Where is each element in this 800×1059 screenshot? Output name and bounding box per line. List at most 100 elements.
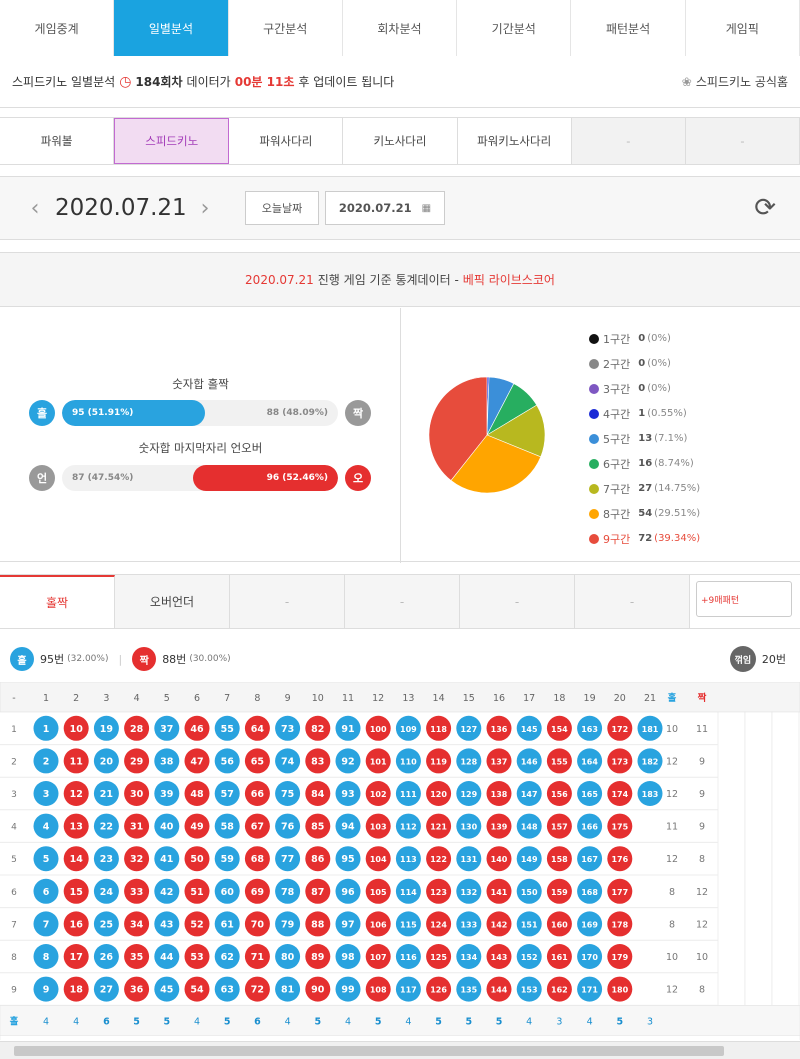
result-ball-number: 3 — [43, 789, 50, 800]
result-ball-number: 160 — [551, 920, 568, 929]
prev-date-arrow-icon[interactable]: ‹ — [15, 196, 55, 221]
result-ball-number: 45 — [160, 985, 173, 996]
game-tab[interactable]: 파워사다리 — [229, 118, 344, 164]
grid-header-cell: 16 — [493, 693, 505, 704]
odd-badge: 홀 — [29, 400, 55, 426]
date-input[interactable]: 2020.07.21 ▦ — [325, 191, 445, 225]
col-odd-count: 5 — [314, 1016, 321, 1027]
summary-divider: | — [118, 652, 123, 666]
result-ball-number: 148 — [521, 823, 538, 832]
result-ball-number: 18 — [70, 985, 84, 996]
horizontal-scrollbar[interactable] — [0, 1041, 800, 1059]
refresh-icon[interactable]: ⟳ — [754, 193, 776, 223]
pattern-tab[interactable]: 오버언더 — [115, 575, 230, 628]
game-tab[interactable]: 스피드키노 — [114, 118, 230, 164]
pattern-tab[interactable]: 홀짝 — [0, 575, 115, 628]
result-ball-number: 114 — [400, 888, 417, 897]
result-ball-number: 141 — [491, 888, 508, 897]
result-ball-number: 10 — [70, 724, 84, 735]
result-ball-number: 2 — [43, 756, 50, 767]
result-ball-number: 158 — [551, 855, 568, 864]
grid-header-cell: 21 — [644, 693, 656, 704]
pattern-tab[interactable]: - — [575, 575, 690, 628]
top-tab[interactable]: 회차분석 — [342, 0, 458, 56]
result-ball-number: 42 — [160, 887, 173, 898]
row-odd-count: 11 — [666, 822, 678, 833]
today-button[interactable]: 오늘날짜 — [245, 191, 319, 225]
result-ball-number: 144 — [491, 986, 508, 995]
pattern-tab[interactable]: - — [345, 575, 460, 628]
pattern-tab[interactable]: - — [460, 575, 575, 628]
result-ball-number: 64 — [251, 724, 265, 735]
row-odd-count: 12 — [666, 756, 678, 767]
top-tab[interactable]: 구간분석 — [228, 0, 343, 56]
grid-row-label: 4 — [11, 823, 17, 833]
official-home-link[interactable]: ❀ 스피드키노 공식홈 — [682, 73, 788, 90]
result-ball-number: 124 — [430, 920, 447, 929]
result-ball-number: 145 — [521, 725, 538, 734]
grid-header-cell: 10 — [312, 693, 324, 704]
result-ball-number: 79 — [281, 919, 294, 930]
result-ball-number: 9 — [43, 985, 50, 996]
result-ball-number: 73 — [281, 724, 294, 735]
result-ball-number: 81 — [281, 985, 294, 996]
legend-percent: (39.34%) — [654, 533, 701, 544]
result-ball-number: 21 — [100, 789, 113, 800]
result-ball-number: 119 — [430, 757, 447, 766]
pattern-tab[interactable]: - — [230, 575, 345, 628]
even-summary-badge: 짝 — [132, 647, 157, 671]
result-grid: -1 2 3 4 5 6 7 8 9 10 11 12 13 14 15 16 17 18 19 20 21 홀 짝1 1 10… — [0, 682, 800, 1040]
col-odd-count: 4 — [73, 1016, 79, 1027]
game-tab[interactable]: 파워볼 — [0, 118, 115, 164]
result-ball-number: 54 — [190, 985, 204, 996]
top-tab[interactable]: 기간분석 — [457, 0, 572, 56]
next-date-arrow-icon[interactable]: › — [185, 196, 225, 221]
result-ball-number: 113 — [400, 855, 417, 864]
result-ball-number: 177 — [611, 888, 628, 897]
result-ball-number: 17 — [70, 952, 83, 963]
under-badge: 언 — [29, 465, 55, 491]
game-tab[interactable]: - — [685, 118, 800, 164]
row-even-count: 9 — [699, 789, 705, 800]
game-tab[interactable]: - — [571, 118, 686, 164]
result-ball-number: 25 — [100, 919, 113, 930]
game-tab[interactable]: 키노사다리 — [343, 118, 458, 164]
result-ball-number: 86 — [311, 854, 325, 865]
stat-panel: 2020.07.21 진행 게임 기준 통계데이터 - 베픽 라이브스코어 숫자… — [0, 252, 800, 563]
result-ball-number: 68 — [251, 854, 265, 865]
result-ball-number: 39 — [160, 789, 173, 800]
result-ball-number: 161 — [551, 953, 568, 962]
scrollbar-thumb[interactable] — [14, 1046, 724, 1056]
top-tab[interactable]: 게임픽 — [685, 0, 800, 56]
legend-value: 0 — [638, 358, 646, 369]
result-ball-number: 103 — [370, 823, 387, 832]
result-ball-number: 101 — [370, 757, 387, 766]
result-ball-number: 5 — [43, 854, 50, 865]
result-ball-number: 175 — [611, 823, 628, 832]
col-odd-count: 4 — [194, 1016, 200, 1027]
row-odd-count: 8 — [669, 919, 675, 930]
result-ball-number: 182 — [642, 757, 659, 766]
col-odd-count: 5 — [133, 1016, 140, 1027]
pattern-9-button[interactable]: +9매패턴 — [696, 581, 792, 617]
top-tab[interactable]: 패턴분석 — [571, 0, 686, 56]
result-ball-number: 69 — [251, 887, 264, 898]
legend-item: 2구간 0 (0%) — [589, 351, 700, 376]
result-ball-number: 93 — [341, 789, 354, 800]
top-tab[interactable]: 게임중계 — [0, 0, 115, 56]
flip-summary-badge: 꺾임 — [729, 646, 756, 672]
result-ball-number: 50 — [190, 854, 204, 865]
result-ball-number: 117 — [400, 986, 417, 995]
legend-dot — [589, 458, 599, 469]
game-tab[interactable]: 파워키노사다리 — [458, 118, 572, 164]
stat-brand: 베픽 라이브스코어 — [462, 273, 555, 287]
result-ball-number: 77 — [281, 854, 294, 865]
legend-dot — [589, 508, 599, 519]
legend-item: 7구간 27 (14.75%) — [589, 476, 700, 501]
top-tab[interactable]: 일별분석 — [114, 0, 229, 56]
col-odd-count: 5 — [435, 1016, 442, 1027]
grid-header-cell: 9 — [285, 693, 291, 704]
legend-dot — [589, 533, 599, 544]
legend-value: 72 — [638, 533, 653, 544]
legend-dot — [589, 358, 599, 369]
